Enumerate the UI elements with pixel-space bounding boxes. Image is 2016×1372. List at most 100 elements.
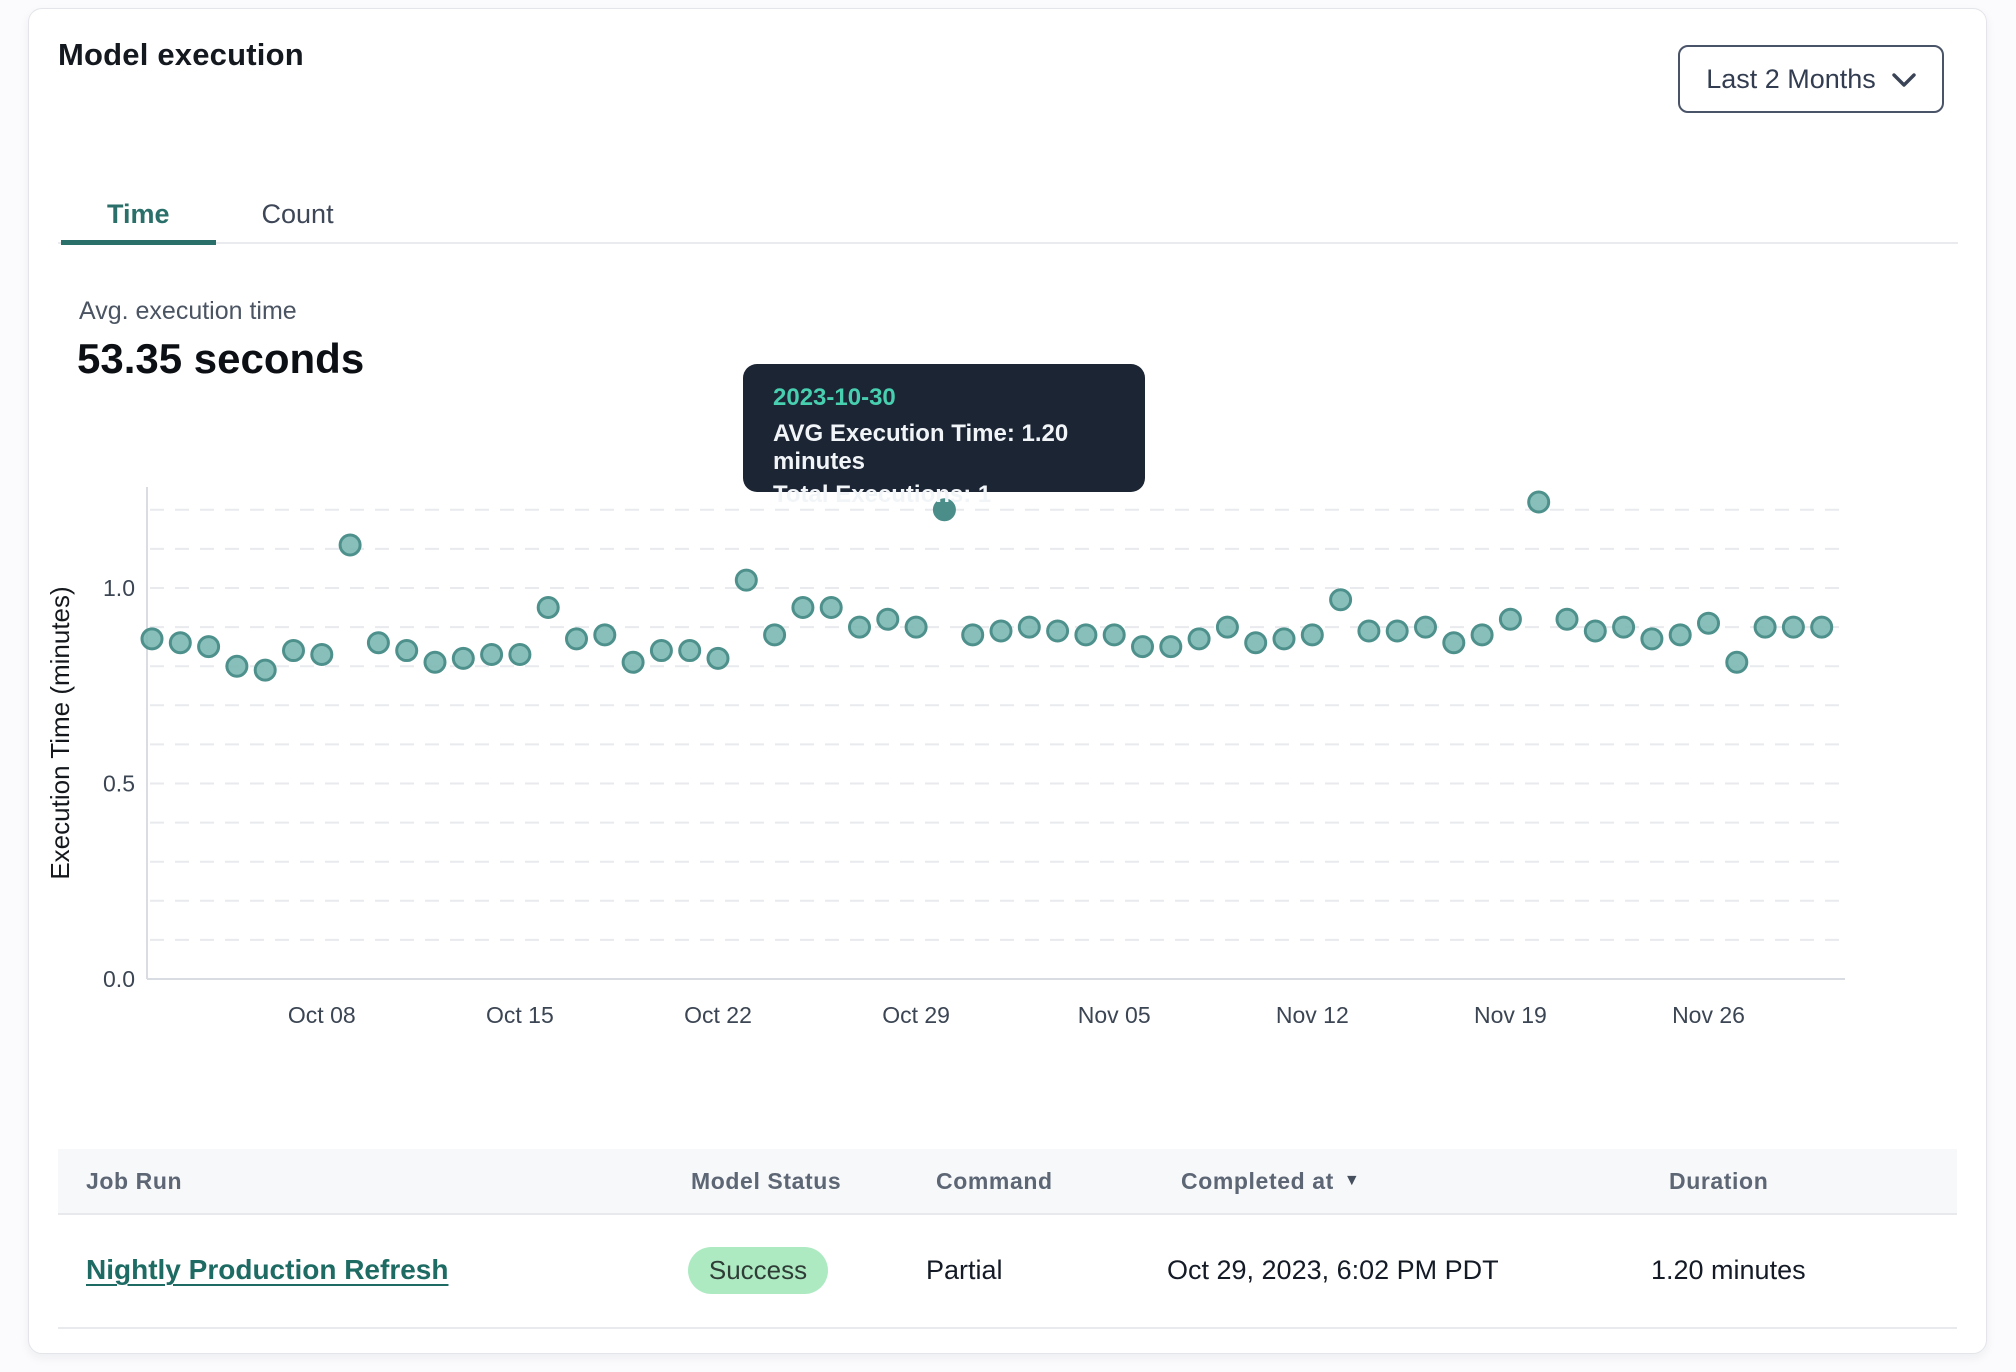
column-header-duration[interactable]: Duration (1669, 1149, 1768, 1213)
data-point[interactable] (312, 644, 332, 664)
tab-time[interactable]: Time (61, 185, 216, 243)
x-tick-label: Oct 15 (486, 1002, 554, 1028)
tab-count-label: Count (262, 199, 334, 230)
row-divider (58, 1327, 1957, 1329)
data-point[interactable] (595, 625, 615, 645)
data-point[interactable] (1699, 613, 1719, 633)
data-point[interactable] (850, 617, 870, 637)
chart-tabs: Time Count (61, 185, 380, 243)
x-tick-label: Oct 08 (288, 1002, 356, 1028)
chevron-down-icon (1892, 64, 1916, 95)
data-point[interactable] (906, 617, 926, 637)
data-point[interactable] (1755, 617, 1775, 637)
data-point[interactable] (368, 633, 388, 653)
command-cell: Partial (926, 1213, 1003, 1327)
job-run-link[interactable]: Nightly Production Refresh (86, 1254, 448, 1286)
data-point[interactable] (821, 598, 841, 618)
data-point[interactable] (1727, 652, 1747, 672)
data-point[interactable] (1048, 621, 1068, 641)
column-header-job-run[interactable]: Job Run (86, 1149, 182, 1213)
metric-value: 53.35 seconds (77, 335, 364, 383)
data-point[interactable] (453, 648, 473, 668)
data-point[interactable] (991, 621, 1011, 641)
tooltip-total-executions: Total Executions: 1 (773, 481, 1115, 509)
data-point[interactable] (1500, 609, 1520, 629)
x-tick-label: Oct 22 (684, 1002, 752, 1028)
data-point[interactable] (1246, 633, 1266, 653)
data-point[interactable] (1472, 625, 1492, 645)
data-point[interactable] (736, 570, 756, 590)
data-point[interactable] (397, 641, 417, 661)
data-point[interactable] (255, 660, 275, 680)
data-point[interactable] (1557, 609, 1577, 629)
data-point[interactable] (199, 637, 219, 657)
data-point[interactable] (425, 652, 445, 672)
data-point[interactable] (1217, 617, 1237, 637)
data-point[interactable] (793, 598, 813, 618)
data-point[interactable] (284, 641, 304, 661)
page-title: Model execution (58, 37, 304, 73)
data-point[interactable] (1189, 629, 1209, 649)
job-run-cell: Nightly Production Refresh (86, 1213, 448, 1327)
data-point[interactable] (1670, 625, 1690, 645)
metric-label: Avg. execution time (79, 297, 297, 326)
data-point[interactable] (1331, 590, 1351, 610)
data-point[interactable] (142, 629, 162, 649)
data-point[interactable] (1302, 625, 1322, 645)
column-header-command[interactable]: Command (936, 1149, 1053, 1213)
data-point[interactable] (1783, 617, 1803, 637)
data-point[interactable] (1529, 492, 1549, 512)
completed-at-cell: Oct 29, 2023, 6:02 PM PDT (1167, 1213, 1499, 1327)
data-point[interactable] (1416, 617, 1436, 637)
y-tick-label: 0.5 (103, 771, 135, 797)
data-point[interactable] (1359, 621, 1379, 641)
x-tick-label: Nov 12 (1276, 1002, 1349, 1028)
data-point[interactable] (680, 641, 700, 661)
data-point[interactable] (1444, 633, 1464, 653)
data-point[interactable] (878, 609, 898, 629)
data-point[interactable] (708, 648, 728, 668)
data-point[interactable] (765, 625, 785, 645)
tooltip-avg-execution-time: AVG Execution Time: 1.20 minutes (773, 420, 1115, 476)
chart-tooltip: 2023-10-30 AVG Execution Time: 1.20 minu… (743, 364, 1145, 492)
data-point[interactable] (538, 598, 558, 618)
data-point[interactable] (1076, 625, 1096, 645)
data-point[interactable] (1642, 629, 1662, 649)
x-tick-label: Nov 19 (1474, 1002, 1547, 1028)
column-header-model-status[interactable]: Model Status (691, 1149, 841, 1213)
data-point[interactable] (651, 641, 671, 661)
data-point[interactable] (1274, 629, 1294, 649)
data-point[interactable] (623, 652, 643, 672)
data-point[interactable] (1812, 617, 1832, 637)
data-point[interactable] (567, 629, 587, 649)
data-point[interactable] (1019, 617, 1039, 637)
time-range-label: Last 2 Months (1706, 64, 1876, 95)
data-point[interactable] (227, 656, 247, 676)
command-value: Partial (926, 1255, 1003, 1286)
data-point[interactable] (1104, 625, 1124, 645)
data-point[interactable] (340, 535, 360, 555)
time-range-dropdown[interactable]: Last 2 Months (1678, 45, 1944, 113)
duration-cell: 1.20 minutes (1651, 1213, 1806, 1327)
data-point[interactable] (1161, 637, 1181, 657)
x-tick-label: Nov 05 (1078, 1002, 1151, 1028)
sort-descending-icon[interactable]: ▼ (1344, 1173, 1360, 1189)
data-point[interactable] (1585, 621, 1605, 641)
table-row: Nightly Production Refresh Success Parti… (58, 1213, 1957, 1327)
duration-value: 1.20 minutes (1651, 1255, 1806, 1286)
data-point[interactable] (1614, 617, 1634, 637)
y-tick-label: 1.0 (103, 575, 135, 601)
data-point[interactable] (482, 644, 502, 664)
data-point[interactable] (963, 625, 983, 645)
data-point[interactable] (170, 633, 190, 653)
status-badge: Success (688, 1247, 828, 1294)
x-tick-label: Nov 26 (1672, 1002, 1745, 1028)
tab-count[interactable]: Count (216, 185, 380, 243)
data-point[interactable] (510, 644, 530, 664)
column-header-completed-at[interactable]: Completed at ▼ (1181, 1149, 1360, 1213)
tab-time-label: Time (107, 199, 170, 230)
data-point[interactable] (1387, 621, 1407, 641)
model-execution-card: Model execution Last 2 Months Time Count… (28, 8, 1987, 1354)
data-point[interactable] (1133, 637, 1153, 657)
tooltip-date: 2023-10-30 (773, 384, 1115, 412)
